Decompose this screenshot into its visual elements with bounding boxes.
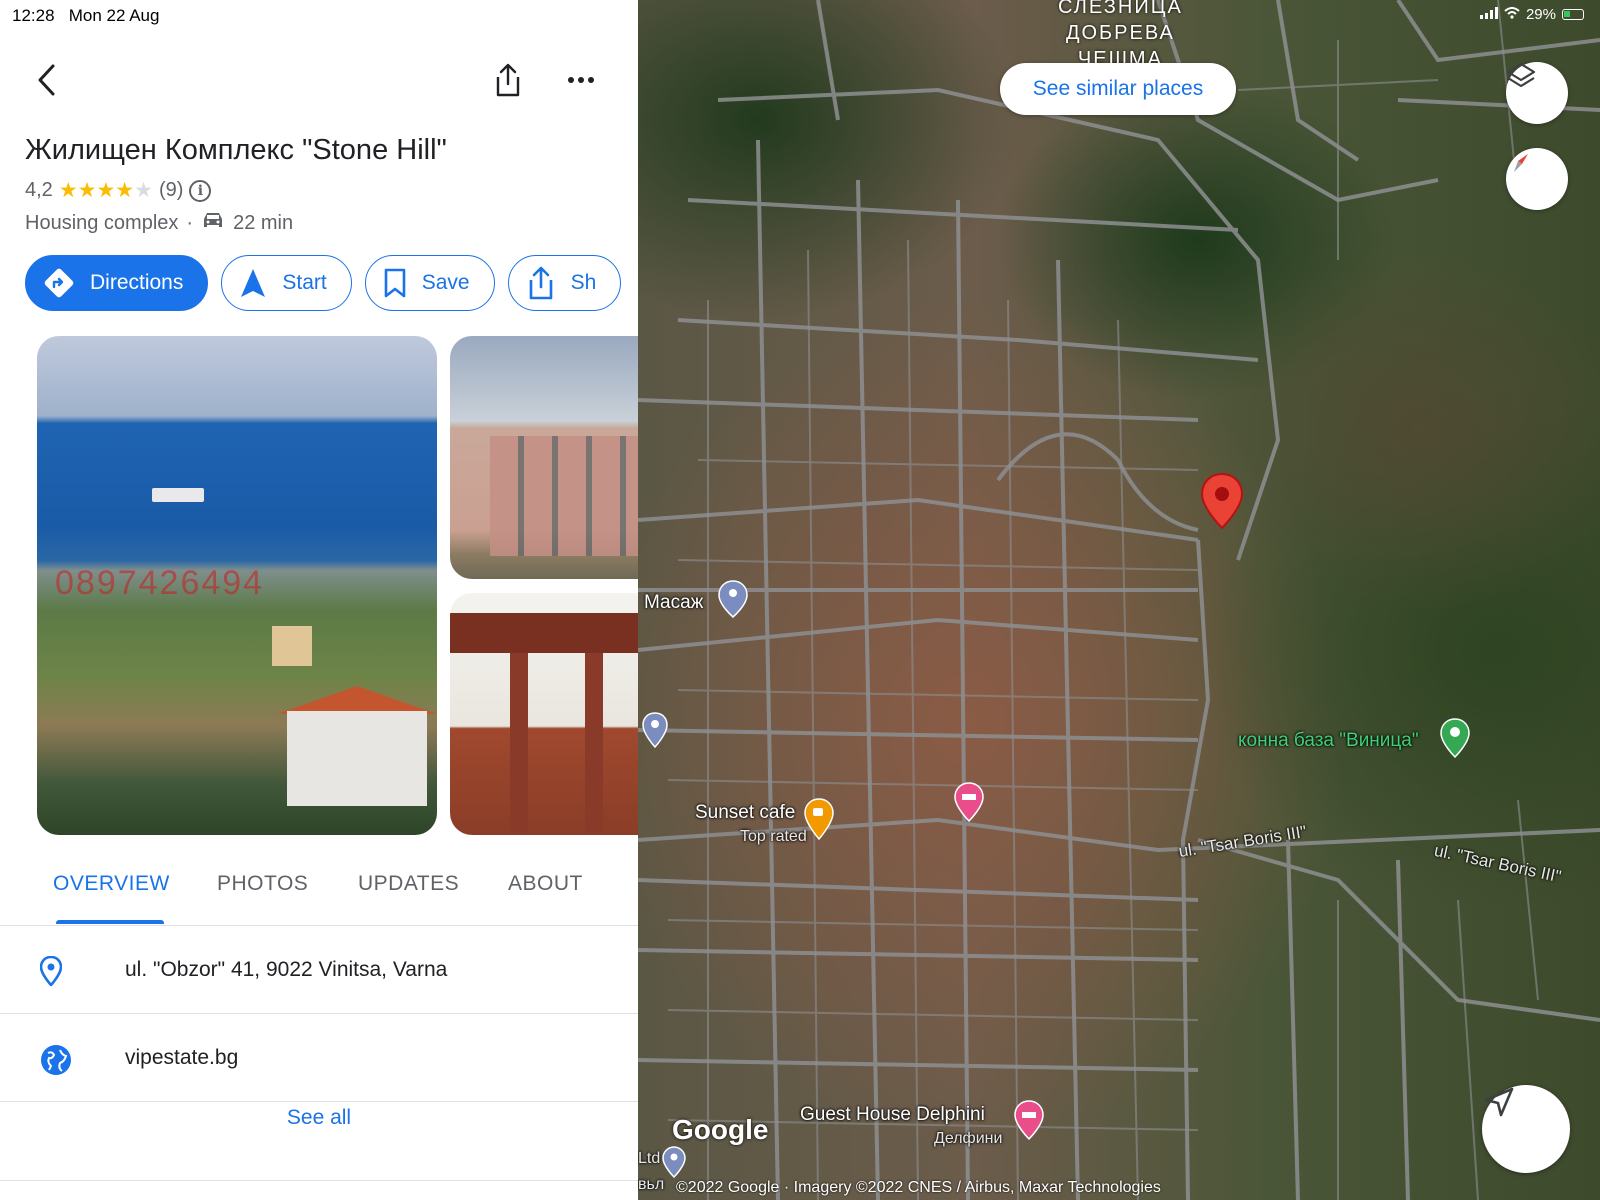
massage-label[interactable]: Масаж [644, 592, 703, 614]
navigation-icon [1484, 1087, 1514, 1117]
rating-row[interactable]: 4,2 ★★★★★ (9) i [25, 178, 212, 203]
place-details-panel: Жилищен Комплекс "Stone Hill" 4,2 ★★★★★ … [0, 0, 638, 1200]
road-network [638, 0, 1600, 1200]
back-arrow-icon [38, 64, 55, 96]
photo-entrance[interactable] [450, 593, 638, 835]
separator-dot: · [186, 211, 194, 234]
tab-updates[interactable]: UPDATES [358, 872, 459, 896]
battery-icon [1562, 9, 1584, 20]
share-icon [496, 63, 520, 97]
house-shape [287, 711, 427, 806]
place-title: Жилищен Комплекс "Stone Hill" [25, 134, 447, 166]
map-copyright: ©2022 Google · Imagery ©2022 CNES / Airb… [676, 1179, 1161, 1196]
tab-about[interactable]: ABOUT [508, 872, 583, 896]
back-button[interactable] [26, 60, 66, 100]
active-tab-indicator [56, 920, 164, 924]
directions-label: Directions [90, 271, 184, 294]
area-name-label: СЛЕЗНИЦА ДОБРЕВА ЧЕШМА [1058, 0, 1183, 72]
see-similar-places-button[interactable]: See similar places [1000, 63, 1236, 115]
building-shape [490, 436, 638, 556]
drive-time: 22 min [233, 211, 294, 234]
share-chip-button[interactable]: Sh [507, 255, 622, 311]
compass-icon [1514, 154, 1528, 172]
photo-building[interactable] [450, 336, 638, 579]
share-chip-label: Sh [570, 271, 597, 294]
more-dots-icon [568, 77, 594, 83]
status-indicators: 29% [1479, 6, 1584, 23]
divider [0, 1180, 638, 1181]
my-location-button[interactable] [1482, 1085, 1570, 1173]
info-icon[interactable]: i [189, 179, 212, 202]
edge-label: Ltd [638, 1150, 661, 1167]
ship-shape [152, 488, 204, 502]
start-button[interactable]: Start [221, 255, 352, 311]
save-label: Save [421, 271, 470, 294]
address-text: ul. "Obzor" 41, 9022 Vinitsa, Varna [125, 958, 448, 981]
category-row: Housing complex · 22 min [25, 210, 293, 236]
photo-watermark: 0897426494 [55, 564, 265, 602]
review-count: (9) [158, 179, 184, 201]
roof-shape [277, 686, 437, 714]
address-row[interactable]: ul. "Obzor" 41, 9022 Vinitsa, Varna [0, 926, 638, 1014]
signal-icon [1479, 6, 1498, 23]
area-name-line: ДОБРЕВА [1065, 22, 1175, 44]
wifi-icon [1504, 6, 1520, 23]
column-shape [510, 653, 528, 833]
riding-base-label[interactable]: конна база "Виница" [1238, 730, 1419, 752]
top-rated-label: Top rated [740, 828, 807, 845]
navigation-arrow-icon [241, 269, 266, 297]
bookmark-icon [384, 268, 406, 298]
column-shape [585, 653, 603, 833]
area-name-line: СЛЕЗНИЦА [1058, 0, 1183, 18]
photo-main-sea-view[interactable]: 0897426494 [37, 336, 437, 835]
battery-percent: 29% [1525, 6, 1556, 23]
rating-stars-icon: ★★★★★ [58, 179, 153, 202]
place-tabs: OVERVIEW PHOTOS UPDATES ABOUT [0, 862, 638, 926]
sunset-cafe-label[interactable]: Sunset cafe [695, 802, 795, 824]
google-logo: Google [672, 1114, 769, 1145]
directions-icon [44, 268, 74, 298]
place-category: Housing complex [25, 211, 179, 234]
status-time: 12:28 Mon 22 Aug [12, 6, 160, 25]
layers-button[interactable] [1506, 62, 1568, 124]
car-icon [201, 210, 225, 236]
compass-button[interactable] [1506, 148, 1568, 210]
save-button[interactable]: Save [364, 255, 495, 311]
more-options-button[interactable] [561, 60, 601, 100]
globe-icon [40, 1044, 72, 1081]
tab-overview[interactable]: OVERVIEW [53, 872, 170, 896]
share-icon [529, 266, 552, 300]
share-button[interactable] [488, 60, 528, 100]
website-row[interactable]: vipestate.bg [0, 1014, 638, 1102]
action-chips: Directions Start Save Sh [25, 255, 622, 311]
layers-icon [1506, 62, 1536, 88]
guest-house-label[interactable]: Guest House Delphini [800, 1104, 985, 1126]
location-pin-icon [39, 955, 63, 991]
start-label: Start [282, 271, 327, 294]
see-all-link[interactable]: See all [0, 1106, 638, 1130]
house-shape [272, 626, 312, 666]
edge-label: вьл [638, 1176, 665, 1193]
roof-shape [450, 613, 638, 653]
website-text: vipestate.bg [125, 1046, 239, 1069]
guest-house-sub-label: Делфини [934, 1130, 1003, 1147]
tab-photos[interactable]: PHOTOS [217, 872, 308, 896]
directions-button[interactable]: Directions [25, 255, 209, 311]
map-view[interactable]: СЛЕЗНИЦА ДОБРЕВА ЧЕШМА See similar place… [638, 0, 1600, 1200]
rating-value: 4,2 [25, 179, 53, 201]
